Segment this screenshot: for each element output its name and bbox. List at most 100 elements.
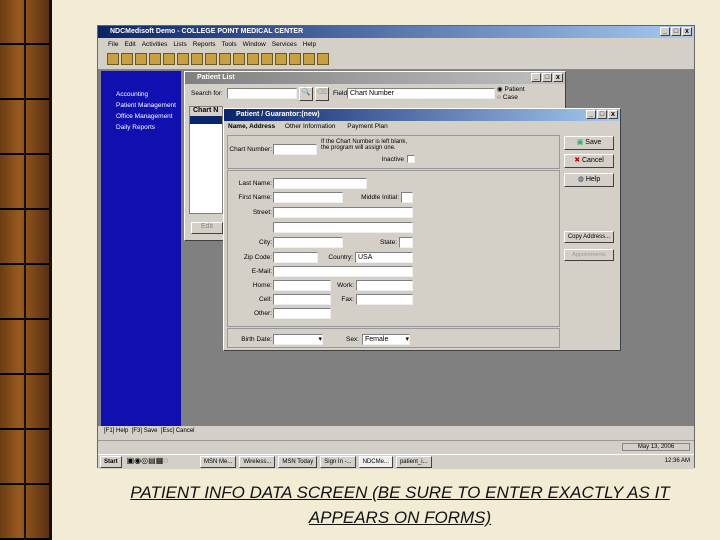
zip-code-input[interactable] — [273, 252, 318, 263]
menu-reports[interactable]: Reports — [193, 41, 216, 48]
inactive-checkbox[interactable] — [407, 155, 415, 163]
menu-lists[interactable]: Lists — [173, 41, 186, 48]
taskbar-item-active[interactable]: NDCMe... — [358, 456, 393, 468]
close-button[interactable]: x — [682, 27, 692, 36]
last-name-input[interactable] — [273, 178, 367, 189]
toolbar-icon[interactable] — [219, 53, 231, 65]
taskbar-item[interactable]: Sign In -... — [320, 456, 356, 468]
maximize-button[interactable]: □ — [597, 110, 607, 119]
close-button[interactable]: x — [608, 110, 618, 119]
taskbar-item[interactable]: MSN Today — [278, 456, 318, 468]
sex-select[interactable]: Female ▾ — [362, 334, 410, 345]
menu-window[interactable]: Window — [243, 41, 266, 48]
start-button[interactable]: Start — [100, 456, 122, 468]
cancel-button[interactable]: ✖ Cancel — [564, 154, 614, 168]
minimize-button[interactable]: _ — [531, 73, 541, 82]
toolbar-icon[interactable] — [247, 53, 259, 65]
menu-services[interactable]: Services — [272, 41, 297, 48]
column-header-chart[interactable]: Chart N — [190, 107, 222, 116]
field-select[interactable]: Chart Number — [347, 88, 495, 99]
sidebar-item-office-management[interactable]: Office Management — [116, 113, 181, 120]
middle-initial-input[interactable] — [401, 192, 413, 203]
toolbar-icon[interactable] — [289, 53, 301, 65]
first-name-label: First Name: — [238, 194, 272, 201]
work-phone-input[interactable] — [356, 280, 413, 291]
city-input[interactable] — [273, 237, 343, 248]
work-phone-label: Work: — [337, 282, 354, 289]
menu-help[interactable]: Help — [303, 41, 316, 48]
birth-date-select[interactable]: ▾ — [273, 334, 323, 345]
state-input[interactable] — [399, 237, 413, 248]
radio-patient[interactable]: ◉ Patient — [497, 85, 525, 93]
last-name-label: Last Name: — [238, 180, 272, 187]
country-input[interactable]: USA — [355, 252, 413, 263]
toolbar-icon[interactable] — [317, 53, 329, 65]
sidebar-item-accounting[interactable]: Accounting — [116, 91, 181, 98]
chart-number-input[interactable] — [273, 144, 317, 155]
toolbar-icon[interactable] — [177, 53, 189, 65]
tab-name-address[interactable]: Name, Address — [228, 123, 275, 130]
menu-activities[interactable]: Activities — [142, 41, 168, 48]
fkey-cancel[interactable]: [Esc] Cancel — [161, 428, 195, 434]
toolbar-icon[interactable] — [233, 53, 245, 65]
toolbar-icon[interactable] — [191, 53, 203, 65]
clear-search-icon[interactable]: ⌫ — [315, 87, 329, 101]
email-input[interactable] — [273, 266, 413, 277]
quick-launch-icons[interactable]: ▣◉◎▤▦◌ — [127, 456, 168, 465]
dropdown-arrow-icon[interactable]: ▾ — [405, 335, 409, 344]
sex-label: Sex: — [345, 336, 359, 343]
app-screenshot: NDCMedisoft Demo - COLLEGE POINT MEDICAL… — [97, 25, 695, 469]
taskbar-item[interactable]: Wireless... — [239, 456, 276, 468]
cancel-icon: ✖ — [574, 157, 582, 164]
maximize-button[interactable]: □ — [671, 27, 681, 36]
other-phone-input[interactable] — [273, 308, 331, 319]
search-input[interactable] — [227, 88, 297, 99]
menu-file[interactable]: File — [108, 41, 118, 48]
toolbar-icon[interactable] — [205, 53, 217, 65]
close-button[interactable]: x — [553, 73, 563, 82]
radio-case[interactable]: ○ Case — [497, 94, 518, 101]
toolbar-icon[interactable] — [135, 53, 147, 65]
patient-list-grid: Chart N — [189, 106, 223, 214]
sidebar-item-daily-reports[interactable]: Daily Reports — [116, 124, 181, 131]
table-row[interactable] — [190, 116, 222, 124]
home-phone-input[interactable] — [273, 280, 331, 291]
toolbar-icon[interactable] — [149, 53, 161, 65]
help-label: Help — [585, 176, 601, 183]
fkey-save[interactable]: [F3] Save — [132, 428, 158, 434]
toolbar-icon[interactable] — [107, 53, 119, 65]
street-input[interactable] — [273, 207, 413, 218]
street-label: Street: — [252, 209, 272, 216]
toolbar-icon[interactable] — [163, 53, 175, 65]
minimize-button[interactable]: _ — [660, 27, 670, 36]
toolbar-icon[interactable] — [275, 53, 287, 65]
save-button[interactable]: ▣ Save — [564, 136, 614, 150]
appointments-button[interactable]: Appointments — [564, 249, 614, 261]
maximize-button[interactable]: □ — [542, 73, 552, 82]
minimize-button[interactable]: _ — [586, 110, 596, 119]
toolbar-icon[interactable] — [303, 53, 315, 65]
toolbar-icon[interactable] — [261, 53, 273, 65]
taskbar-item[interactable]: MSN Me... — [199, 456, 237, 468]
tab-payment-plan[interactable]: Payment Plan — [347, 123, 387, 130]
toolbar-icon[interactable] — [121, 53, 133, 65]
sidebar-item-patient-management[interactable]: Patient Management — [116, 102, 181, 109]
state-label: State: — [380, 239, 397, 246]
cell-phone-input[interactable] — [273, 294, 331, 305]
help-icon: ◍ — [577, 176, 586, 183]
fkey-key: F1 — [105, 428, 113, 434]
first-name-input[interactable] — [273, 192, 343, 203]
help-button[interactable]: ◍ Help — [564, 173, 614, 187]
tab-other-information[interactable]: Other Information — [285, 123, 336, 130]
fkey-help[interactable]: [F1] Help — [104, 428, 128, 434]
search-icon[interactable]: 🔍 — [299, 87, 313, 101]
edit-button[interactable]: Edit — [191, 222, 223, 234]
taskbar-item[interactable]: patient_i... — [395, 456, 432, 468]
chart-number-label: Chart Number: — [229, 146, 272, 153]
menu-tools[interactable]: Tools — [221, 41, 236, 48]
copy-address-button[interactable]: Copy Address... — [564, 231, 614, 243]
street-line2-input[interactable] — [273, 222, 413, 233]
menu-edit[interactable]: Edit — [124, 41, 135, 48]
fax-input[interactable] — [356, 294, 413, 305]
dropdown-arrow-icon[interactable]: ▾ — [318, 335, 322, 344]
